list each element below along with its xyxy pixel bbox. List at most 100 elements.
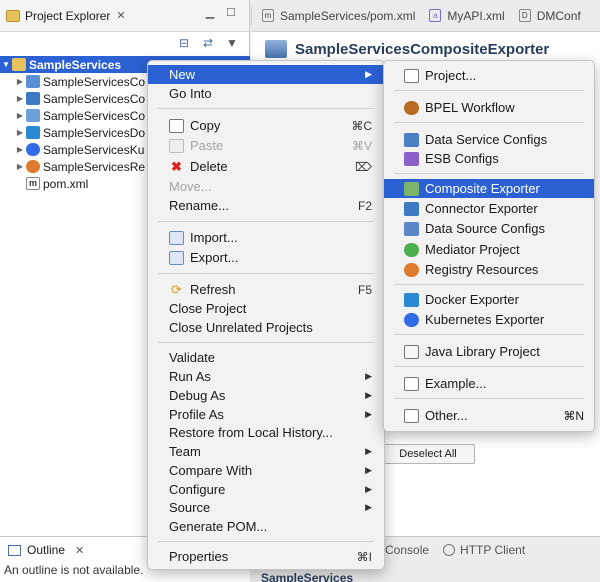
submenu-item-label: Java Library Project	[425, 344, 540, 359]
submenu-item-label: Docker Exporter	[425, 292, 519, 307]
expanded-arrow-icon[interactable]: ▼	[0, 60, 12, 69]
menu-item-validate[interactable]: Validate	[148, 348, 384, 367]
collapsed-arrow-icon[interactable]: ▶	[14, 162, 26, 171]
project-icon	[404, 68, 419, 83]
bpel-icon	[404, 100, 419, 115]
menu-item-label: New	[169, 67, 196, 82]
menu-item-generate-pom[interactable]: Generate POM...	[148, 517, 384, 536]
new-submenu: Project... BPEL Workflow Data Service Co…	[383, 60, 595, 432]
menu-item-label: Move...	[169, 179, 212, 194]
menu-item-label: Profile As	[169, 407, 224, 422]
tab-http-client[interactable]: HTTP Client	[443, 543, 525, 557]
tab-divider	[251, 6, 252, 25]
collapsed-arrow-icon[interactable]: ▶	[14, 145, 26, 154]
tab-myapi-xml[interactable]: a MyAPI.xml	[429, 9, 505, 23]
menu-item-copy[interactable]: Copy ⌘C	[148, 116, 384, 135]
collapse-all-icon[interactable]: ⊟	[175, 36, 193, 52]
menu-item-restore-from-local-history[interactable]: Restore from Local History...	[148, 423, 384, 442]
shortcut-label: ⌘N	[563, 408, 584, 423]
submenu-item-label: BPEL Workflow	[425, 100, 515, 115]
composite-project-icon	[26, 75, 40, 88]
menu-item-source[interactable]: Source ▶	[148, 498, 384, 517]
tab-pom-xml[interactable]: m SampleServices/pom.xml	[262, 9, 415, 23]
menu-item-move[interactable]: Move...	[148, 177, 384, 196]
http-client-icon	[443, 544, 456, 556]
menu-item-properties[interactable]: Properties ⌘I	[148, 547, 384, 566]
menu-item-configure[interactable]: Configure ▶	[148, 480, 384, 499]
registry-project-icon	[26, 160, 40, 173]
esb-icon	[404, 151, 419, 166]
submenu-item-mediator-project[interactable]: Mediator Project	[384, 240, 594, 259]
menu-item-label: Properties	[169, 549, 229, 564]
menu-item-refresh[interactable]: ⟳ Refresh F5	[148, 280, 384, 299]
submenu-item-esb-configs[interactable]: ESB Configs	[384, 149, 594, 168]
menu-item-debug-as[interactable]: Debug As ▶	[148, 386, 384, 405]
menu-item-label: Go Into	[169, 86, 212, 101]
submenu-item-connector-exporter[interactable]: Connector Exporter	[384, 199, 594, 218]
maximize-icon[interactable]: ☐	[224, 6, 238, 20]
collapsed-arrow-icon[interactable]: ▶	[14, 77, 26, 86]
submenu-item-other[interactable]: Other... ⌘N	[384, 406, 594, 425]
menu-item-export[interactable]: Export...	[148, 248, 384, 267]
menu-item-compare-with[interactable]: Compare With ▶	[148, 461, 384, 480]
menu-item-team[interactable]: Team ▶	[148, 442, 384, 461]
view-menu-icon[interactable]: ▼	[223, 36, 241, 52]
menu-separator	[158, 108, 374, 109]
menu-item-label: Refresh	[190, 282, 236, 297]
tab-console[interactable]: Console	[385, 543, 429, 557]
link-with-editor-icon[interactable]: ⇄	[199, 36, 217, 52]
submenu-item-label: Project...	[425, 68, 477, 83]
menu-item-label: Close Unrelated Projects	[169, 320, 313, 335]
other-icon	[404, 408, 419, 423]
submenu-item-registry-resources[interactable]: Registry Resources	[384, 260, 594, 279]
tree-item-label: SampleServicesCo	[43, 74, 146, 89]
api-file-icon: a	[429, 9, 442, 22]
menu-item-close-project[interactable]: Close Project	[148, 299, 384, 318]
mediator-icon	[404, 242, 419, 257]
menu-item-paste[interactable]: Paste ⌘V	[148, 136, 384, 155]
submenu-item-example[interactable]: Example...	[384, 374, 594, 393]
menu-item-delete[interactable]: ✖ Delete ⌦	[148, 157, 384, 176]
connector-project-icon	[26, 92, 40, 105]
collapsed-arrow-icon[interactable]: ▶	[14, 128, 26, 137]
menu-item-rename[interactable]: Rename... F2	[148, 196, 384, 215]
menu-item-profile-as[interactable]: Profile As ▶	[148, 405, 384, 424]
submenu-item-label: Kubernetes Exporter	[425, 312, 545, 327]
submenu-item-kubernetes-exporter[interactable]: Kubernetes Exporter	[384, 310, 594, 329]
data-service-icon	[404, 132, 419, 147]
menu-item-run-as[interactable]: Run As ▶	[148, 367, 384, 386]
composite-exporter-icon	[265, 40, 287, 58]
shortcut-label: ⌘C	[351, 118, 372, 133]
collapsed-arrow-icon[interactable]: ▶	[14, 111, 26, 120]
menu-item-label: Generate POM...	[169, 519, 268, 534]
close-icon[interactable]: ✕	[75, 544, 84, 557]
submenu-item-data-service-configs[interactable]: Data Service Configs	[384, 130, 594, 149]
menu-separator	[394, 334, 584, 335]
menu-item-import[interactable]: Import...	[148, 228, 384, 247]
kubernetes-project-icon	[26, 143, 40, 156]
menu-item-label: Validate	[169, 350, 216, 365]
menu-item-close-unrelated-projects[interactable]: Close Unrelated Projects	[148, 318, 384, 337]
submenu-item-project[interactable]: Project...	[384, 66, 594, 85]
submenu-item-composite-exporter[interactable]: Composite Exporter	[384, 179, 594, 198]
submenu-item-docker-exporter[interactable]: Docker Exporter	[384, 290, 594, 309]
tree-item-label: SampleServicesCo	[43, 91, 146, 106]
collapsed-arrow-icon[interactable]: ▶	[14, 94, 26, 103]
minimize-icon[interactable]: ▁	[203, 6, 217, 20]
submenu-item-data-source-configs[interactable]: Data Source Configs	[384, 219, 594, 238]
copy-icon	[169, 118, 184, 133]
menu-separator	[394, 173, 584, 174]
submenu-item-label: ESB Configs	[425, 151, 499, 166]
tab-label: DMConf	[536, 8, 581, 23]
tab-dmconf[interactable]: D DMConf	[518, 8, 581, 23]
deselect-all-button[interactable]: Deselect All	[381, 444, 475, 464]
submenu-item-java-library-project[interactable]: Java Library Project	[384, 342, 594, 361]
close-icon[interactable]: ✕	[116, 9, 125, 22]
menu-item-label: Configure	[169, 482, 226, 497]
shortcut-label: ⌘V	[351, 138, 372, 153]
menu-item-go-into[interactable]: Go Into	[148, 84, 384, 103]
submenu-item-label: Connector Exporter	[425, 201, 538, 216]
menu-item-new[interactable]: New ▶	[148, 65, 384, 84]
menu-separator	[394, 284, 584, 285]
submenu-item-bpel-workflow[interactable]: BPEL Workflow	[384, 98, 594, 117]
